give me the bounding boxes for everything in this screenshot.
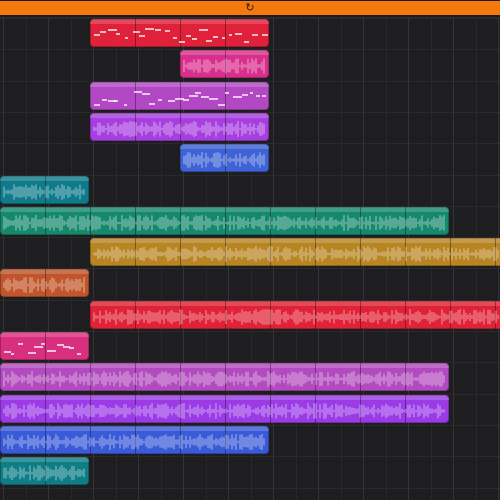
midi-notes [94,91,266,106]
audio-region-t2[interactable] [180,50,269,78]
waveform [93,309,499,325]
audio-region-t14[interactable] [0,426,269,454]
waveform [3,371,445,387]
waveform [93,246,499,262]
audio-region-t10[interactable] [90,301,500,329]
timeline-ruler[interactable]: ↻ [0,0,500,18]
tracks-area[interactable] [0,18,500,500]
audio-region-t6[interactable] [0,176,89,204]
audio-region-t9[interactable] [0,269,89,297]
waveform [3,184,85,200]
waveform [3,215,445,231]
midi-region-t3[interactable] [90,82,269,110]
audio-region-t12[interactable] [0,363,449,391]
midi-notes [94,28,268,43]
arrange-window: ↻ [0,0,500,500]
audio-region-t8[interactable] [90,238,500,266]
audio-region-t4[interactable] [90,113,269,141]
waveform [3,403,445,419]
loop-icon[interactable]: ↻ [244,1,256,15]
waveform [3,277,85,293]
audio-region-t15[interactable] [0,457,89,485]
audio-region-t13[interactable] [0,395,449,423]
waveform [3,465,85,481]
audio-region-t7[interactable] [0,207,449,235]
cycle-region-bar[interactable]: ↻ [0,1,500,15]
waveform [183,152,265,168]
waveform [3,434,265,450]
midi-notes [4,343,81,355]
waveform [183,58,265,74]
audio-region-t5[interactable] [180,144,269,172]
midi-region-t11[interactable] [0,332,89,360]
midi-region-t1[interactable] [90,19,269,47]
lane-separator [0,488,500,489]
waveform [93,121,265,137]
